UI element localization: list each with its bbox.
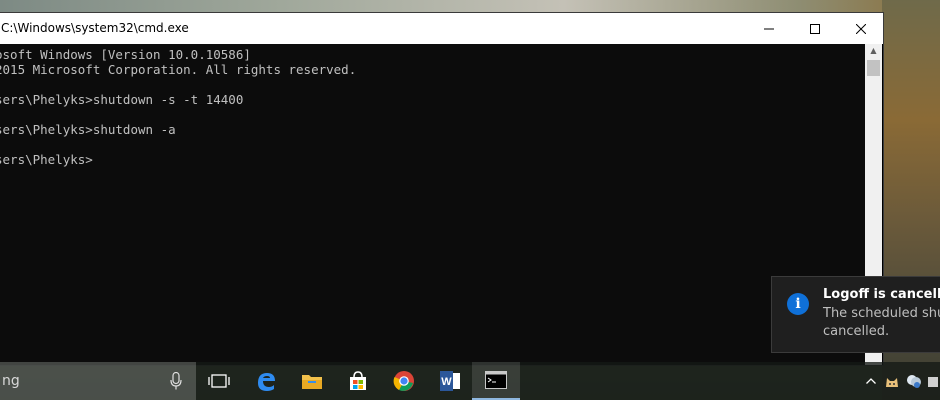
- chevron-up-icon: [866, 378, 876, 384]
- tray-app-icon[interactable]: [882, 362, 902, 400]
- maximize-button[interactable]: [792, 13, 838, 44]
- task-view-button[interactable]: [195, 362, 243, 400]
- word-icon: W: [440, 371, 460, 391]
- close-icon: [856, 23, 866, 34]
- taskbar-app-file-explorer[interactable]: [288, 362, 336, 400]
- window-title: C:\Windows\system32\cmd.exe: [1, 21, 189, 35]
- scrollbar-thumb[interactable]: [867, 60, 880, 76]
- weather-tray-icon: [907, 375, 921, 388]
- minimize-button[interactable]: [746, 13, 792, 44]
- taskbar-app-cmd[interactable]: [472, 362, 520, 400]
- info-icon: i: [787, 293, 809, 315]
- chrome-icon: [393, 371, 414, 391]
- window-titlebar[interactable]: C:\Windows\system32\cmd.exe: [0, 13, 883, 44]
- console-output[interactable]: osoft Windows [Version 10.0.10586] 2015 …: [0, 44, 865, 365]
- svg-text:W: W: [441, 376, 452, 388]
- close-button[interactable]: [838, 13, 884, 44]
- scroll-up-icon[interactable]: ▲: [865, 44, 882, 58]
- search-box[interactable]: ng: [0, 362, 196, 400]
- show-hidden-icons-button[interactable]: [862, 362, 880, 400]
- minimize-icon: [764, 28, 774, 29]
- console-line: sers\Phelyks>: [0, 152, 93, 167]
- taskbar-app-edge[interactable]: [242, 362, 290, 400]
- tray-power-icon[interactable]: [926, 362, 940, 400]
- console-line: 2015 Microsoft Corporation. All rights r…: [0, 62, 357, 77]
- microphone-icon[interactable]: [170, 372, 182, 390]
- desktop-wallpaper: [0, 0, 940, 12]
- taskbar-app-store[interactable]: [334, 362, 382, 400]
- toast-message-cont: cancelled.: [823, 324, 890, 339]
- taskbar: ng W: [0, 362, 940, 400]
- maximize-icon: [810, 23, 820, 34]
- console-line: sers\Phelyks>shutdown -s -t 14400: [0, 92, 244, 107]
- notification-toast[interactable]: i Logoff is cancelled The scheduled shut…: [771, 276, 940, 353]
- cmd-window[interactable]: C:\Windows\system32\cmd.exe osoft Window…: [0, 12, 884, 366]
- taskbar-app-word[interactable]: W: [426, 362, 474, 400]
- store-icon: [350, 371, 366, 390]
- toast-message: The scheduled shutdown: [823, 306, 940, 321]
- tray-network-icon[interactable]: [903, 362, 925, 400]
- search-placeholder: ng: [2, 373, 20, 389]
- console-line: sers\Phelyks>shutdown -a: [0, 122, 176, 137]
- taskbar-app-chrome[interactable]: [380, 362, 428, 400]
- console-line: osoft Windows [Version 10.0.10586]: [0, 47, 251, 62]
- tray-icon: [928, 377, 938, 387]
- task-view-icon: [208, 374, 230, 388]
- folder-icon: [302, 375, 322, 389]
- cat-tray-icon: [886, 378, 898, 387]
- toast-title: Logoff is cancelled: [823, 287, 940, 302]
- cmd-icon: [485, 371, 507, 389]
- edge-icon: [258, 373, 275, 391]
